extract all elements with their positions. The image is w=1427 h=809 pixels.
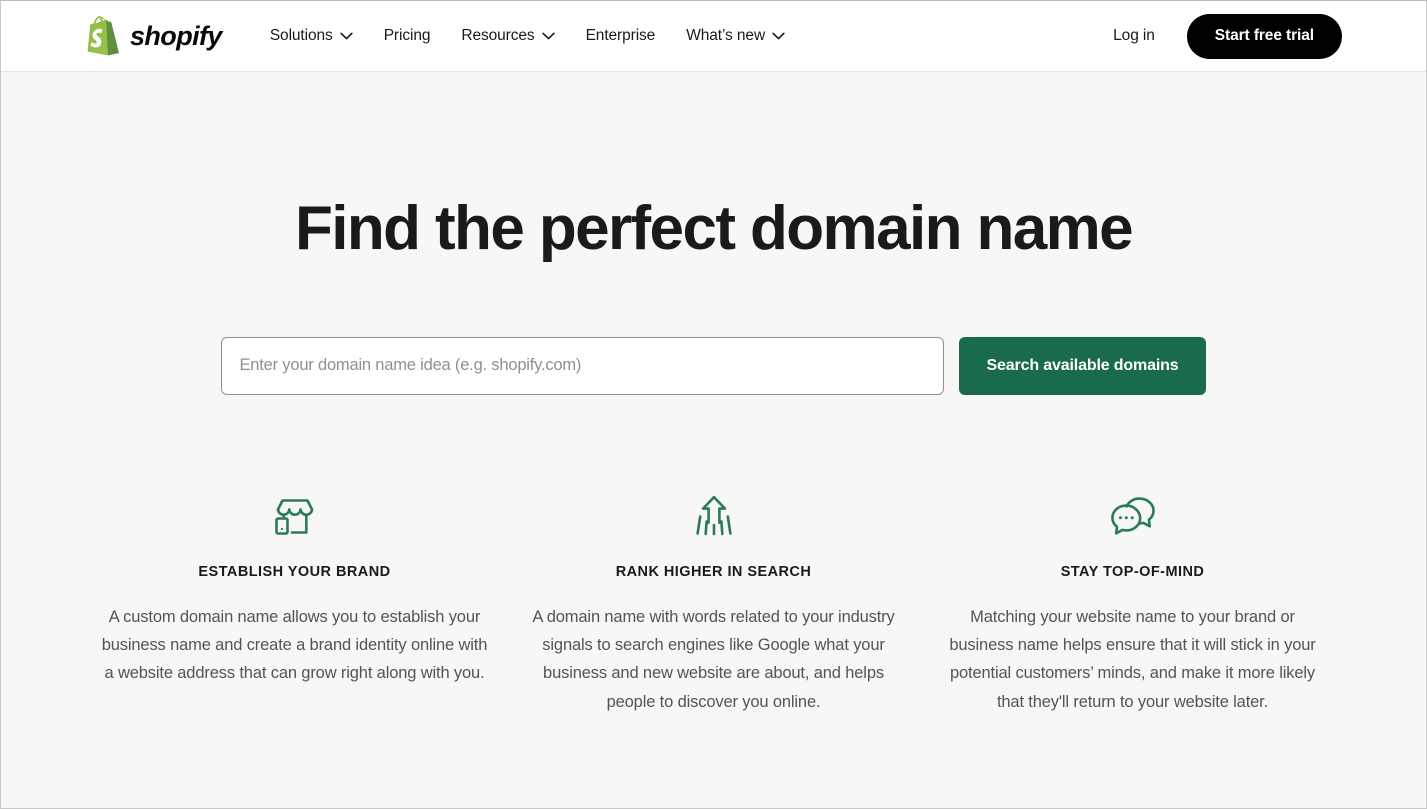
feature-list: ESTABLISH YOUR BRAND A custom domain nam… [1,492,1426,717]
nav-item-resources[interactable]: Resources [461,27,555,45]
login-link[interactable]: Log in [1113,27,1155,45]
hero-section: Find the perfect domain name Search avai… [1,72,1426,395]
feature-rank-higher-in-search: RANK HIGHER IN SEARCH A domain name with… [504,492,923,717]
nav-item-pricing[interactable]: Pricing [384,27,431,45]
feature-establish-your-brand: ESTABLISH YOUR BRAND A custom domain nam… [85,492,504,717]
shopify-logo-link[interactable]: shopify [85,15,222,57]
chat-bubbles-icon [939,492,1326,538]
chevron-down-icon [541,32,555,40]
shopify-bag-icon [85,15,121,57]
shopify-wordmark: shopify [130,20,222,51]
feature-title: ESTABLISH YOUR BRAND [198,563,391,580]
header-actions: Log in Start free trial [1113,13,1342,59]
domain-search-input[interactable] [221,336,945,395]
rising-arrow-icon [520,492,907,538]
search-available-domains-button[interactable]: Search available domains [959,336,1206,395]
feature-body: A custom domain name allows you to estab… [101,607,488,683]
nav-label-resources: Resources [461,27,535,44]
chevron-down-icon [772,32,785,40]
nav-label-pricing: Pricing [383,27,431,44]
start-free-trial-button[interactable]: Start free trial [1186,13,1342,59]
browser-viewport: shopify Solutions Pricing Resources Ente… [0,0,1427,809]
nav-label-whats-new: What’s new [686,27,766,44]
feature-body: A domain name with words related to your… [532,607,895,711]
main-content: Find the perfect domain name Search avai… [1,72,1426,716]
main-nav: Solutions Pricing Resources Enterprise W… [270,27,785,45]
nav-item-enterprise[interactable]: Enterprise [586,27,656,45]
domain-search-form: Search available domains [1,336,1426,395]
feature-title: STAY TOP-OF-MIND [1060,563,1205,580]
nav-label-solutions: Solutions [269,27,333,44]
page-title: Find the perfect domain name [294,194,1134,263]
feature-title: RANK HIGHER IN SEARCH [615,563,812,580]
nav-item-whats-new[interactable]: What’s new [686,27,785,45]
nav-item-solutions[interactable]: Solutions [270,27,353,45]
nav-label-enterprise: Enterprise [585,27,656,44]
chevron-down-icon [340,32,353,40]
storefront-icon [101,492,488,538]
feature-stay-top-of-mind: STAY TOP-OF-MIND Matching your website n… [923,492,1342,717]
feature-body: Matching your website name to your brand… [949,607,1316,711]
site-header: shopify Solutions Pricing Resources Ente… [1,1,1426,72]
